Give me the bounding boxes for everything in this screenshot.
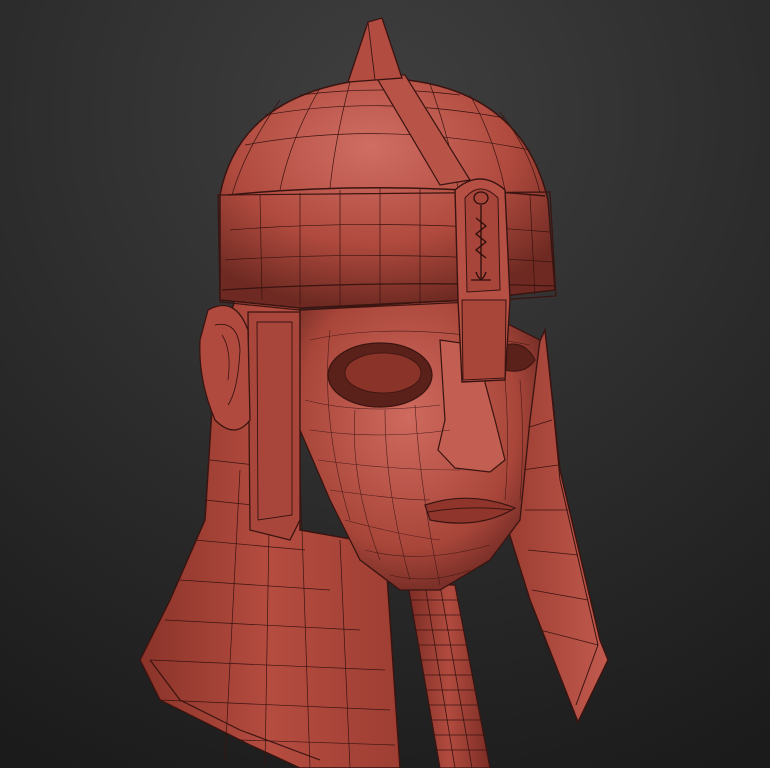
helmet-render — [0, 0, 770, 768]
3d-viewport[interactable] — [0, 0, 770, 768]
nasal-guard — [454, 178, 511, 383]
